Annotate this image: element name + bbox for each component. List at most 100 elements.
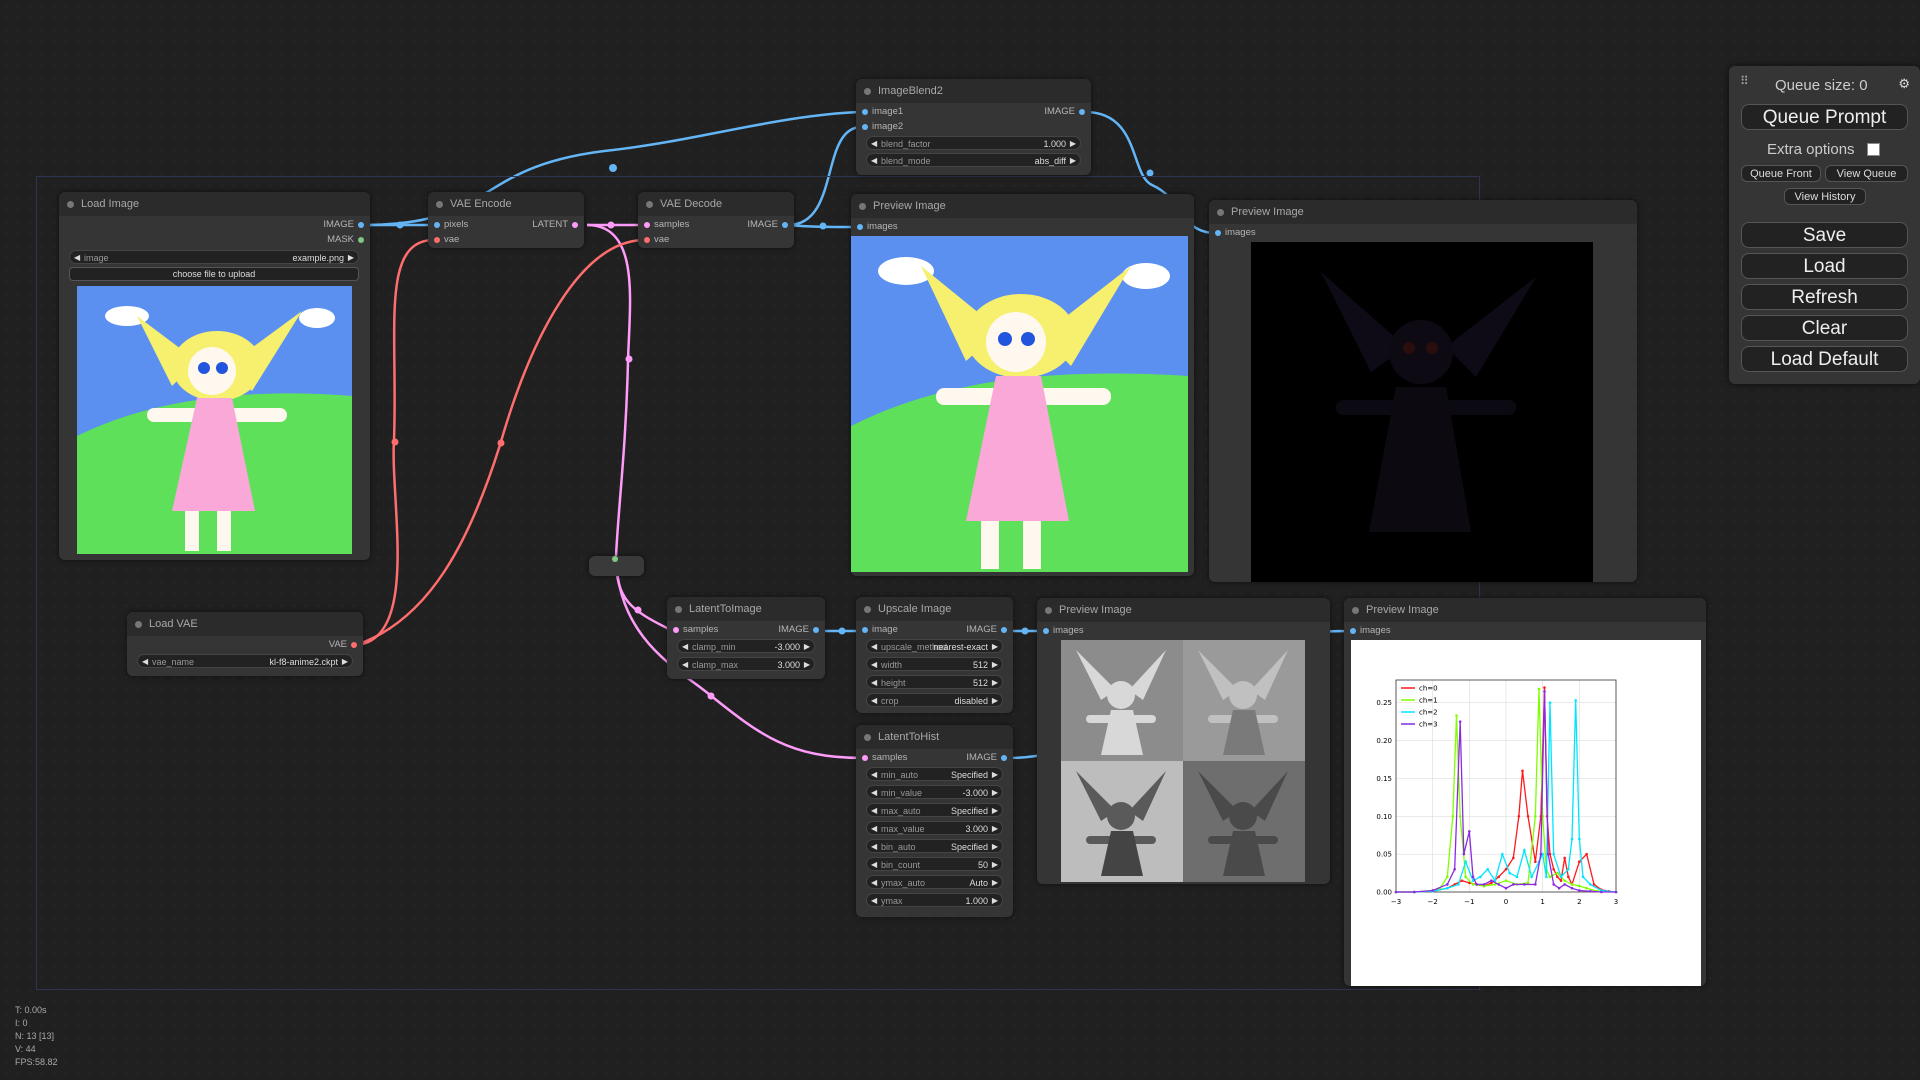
widget-bin-auto[interactable]: ◀ bin_auto Specified ▶ [866,839,1003,853]
output-image[interactable]: IMAGE [1044,105,1085,119]
input-vae[interactable]: vae [434,233,459,247]
node-preview-image-2[interactable]: Preview Image images [1209,200,1637,582]
collapse-dot-icon[interactable] [675,606,682,613]
gear-icon[interactable]: ⚙ [1898,76,1910,92]
data-point [1468,830,1471,833]
collapse-dot-icon[interactable] [436,201,443,208]
decoded-image-preview [851,236,1188,572]
queue-front-button[interactable]: Queue Front [1741,165,1821,182]
widget-clamp-max[interactable]: ◀ clamp_max 3.000 ▶ [677,657,815,671]
input-image[interactable]: image [862,623,898,637]
data-point [1521,769,1524,773]
output-image[interactable]: IMAGE [747,218,788,232]
node-load-vae[interactable]: Load VAE VAE ◀ vae_name kl-f8-anime2.ckpt ▶ [127,612,363,676]
widget-bin-count[interactable]: ◀ bin_count 50 ▶ [866,857,1003,871]
clear-button[interactable]: Clear [1741,315,1908,341]
queue-prompt-button[interactable]: Queue Prompt [1741,104,1908,130]
data-point [1504,886,1508,890]
collapse-dot-icon[interactable] [1045,607,1052,614]
widget-blend-factor[interactable]: ◀ blend_factor 1.000 ▶ [866,136,1081,150]
input-pixels[interactable]: pixels [434,218,468,232]
widget-max-value[interactable]: ◀ max_value 3.000 ▶ [866,821,1003,835]
load-button[interactable]: Load [1741,253,1908,279]
widget-vae-name[interactable]: ◀ vae_name kl-f8-anime2.ckpt ▶ [137,654,353,668]
widget-height[interactable]: ◀ height 512 ▶ [866,675,1003,689]
widget-blend-mode[interactable]: ◀ blend_mode abs_diff ▶ [866,153,1081,167]
save-button[interactable]: Save [1741,222,1908,248]
node-preview-image-1[interactable]: Preview Image images [851,194,1194,576]
collapse-dot-icon[interactable] [1352,607,1359,614]
x-tick-label: 1 [1540,898,1544,906]
input-images[interactable]: images [1043,624,1084,638]
input-samples[interactable]: samples [644,218,689,232]
node-preview-image-3[interactable]: Preview Image images [1037,598,1330,884]
load-default-button[interactable]: Load Default [1741,346,1908,372]
output-image[interactable]: IMAGE [323,218,364,232]
output-image[interactable]: IMAGE [966,751,1007,765]
input-samples[interactable]: samples [673,623,718,637]
output-image[interactable]: IMAGE [966,623,1007,637]
collapse-dot-icon[interactable] [864,734,871,741]
widget-min-auto[interactable]: ◀ min_auto Specified ▶ [866,767,1003,781]
data-point [1557,886,1561,890]
collapse-dot-icon[interactable] [864,88,871,95]
node-latent-to-image[interactable]: LatentToImage samples IMAGE ◀ clamp_min -3… [667,597,825,679]
output-vae[interactable]: VAE [329,638,357,652]
input-vae[interactable]: vae [644,233,669,247]
collapse-dot-icon[interactable] [859,203,866,210]
node-image-blend[interactable]: ImageBlend2 image1 image2 IMAGE ◀ blend_f… [856,79,1091,175]
node-title: LatentToImage [667,597,825,621]
widget-clamp-min[interactable]: ◀ clamp_min -3.000 ▶ [677,639,815,653]
node-load-image[interactable]: Load Image IMAGE MASK ◀ image example.png ▶… [59,192,370,560]
data-point [1543,686,1546,689]
widget-ymax[interactable]: ◀ ymax 1.000 ▶ [866,893,1003,907]
queue-panel: ⠿ Queue size: 0 ⚙ Queue Prompt Extra opt… [1729,66,1920,384]
widget-min-value[interactable]: ◀ min_value -3.000 ▶ [866,785,1003,799]
view-queue-button[interactable]: View Queue [1825,165,1908,182]
input-images[interactable]: images [1350,624,1391,638]
node-vae-decode[interactable]: VAE Decode samples vae IMAGE [638,192,794,248]
widget-upscale-method[interactable]: ◀ upscale_method nearest-exact ▶ [866,639,1003,653]
widget-max-auto[interactable]: ◀ max_auto Specified ▶ [866,803,1003,817]
view-history-button[interactable]: View History [1784,188,1866,205]
data-point [1464,875,1467,879]
data-point [1526,814,1530,818]
widget-width[interactable]: ◀ width 512 ▶ [866,657,1003,671]
data-point [1552,867,1555,871]
node-vae-encode[interactable]: VAE Encode pixels vae LATENT [428,192,584,248]
refresh-button[interactable]: Refresh [1741,284,1908,310]
data-point [1545,875,1548,879]
node-upscale-image[interactable]: Upscale Image image IMAGE ◀ upscale_metho… [856,597,1013,713]
data-point [1552,852,1555,856]
widget-image[interactable]: ◀ image example.png ▶ [69,250,359,264]
data-point [1471,883,1475,886]
input-samples[interactable]: samples [862,751,907,765]
collapse-dot-icon[interactable] [1217,209,1224,216]
input-images[interactable]: images [1215,226,1256,240]
output-mask[interactable]: MASK [327,233,364,247]
node-title: Preview Image [851,194,1194,218]
data-point [1457,883,1460,886]
widget-crop[interactable]: ◀ crop disabled ▶ [866,693,1003,707]
legend-label: ch=2 [1419,709,1438,717]
output-image[interactable]: IMAGE [778,623,819,637]
extra-options-checkbox[interactable] [1867,143,1880,156]
widget-ymax-auto[interactable]: ◀ ymax_auto Auto ▶ [866,875,1003,889]
drag-handle-icon[interactable]: ⠿ [1740,74,1749,88]
upload-button[interactable]: choose file to upload [69,267,359,281]
legend-label: ch=3 [1419,721,1438,729]
reroute-node[interactable] [589,556,644,576]
collapse-dot-icon[interactable] [864,606,871,613]
collapse-dot-icon[interactable] [67,201,74,208]
input-images[interactable]: images [857,220,898,234]
collapse-dot-icon[interactable] [135,621,142,628]
node-preview-image-4[interactable]: Preview Image images −3 −2 −1 0 1 2 3 0.00 0.05 0… [1344,598,1706,986]
node-title: Preview Image [1037,598,1330,622]
data-point [1460,879,1464,882]
collapse-dot-icon[interactable] [646,201,653,208]
input-image2[interactable]: image2 [862,120,903,134]
input-image1[interactable]: image1 [862,105,903,119]
output-latent[interactable]: LATENT [532,218,578,232]
node-latent-to-hist[interactable]: LatentToHist samples IMAGE ◀ min_auto Spec… [856,725,1013,917]
x-tick-label: 3 [1614,898,1618,906]
